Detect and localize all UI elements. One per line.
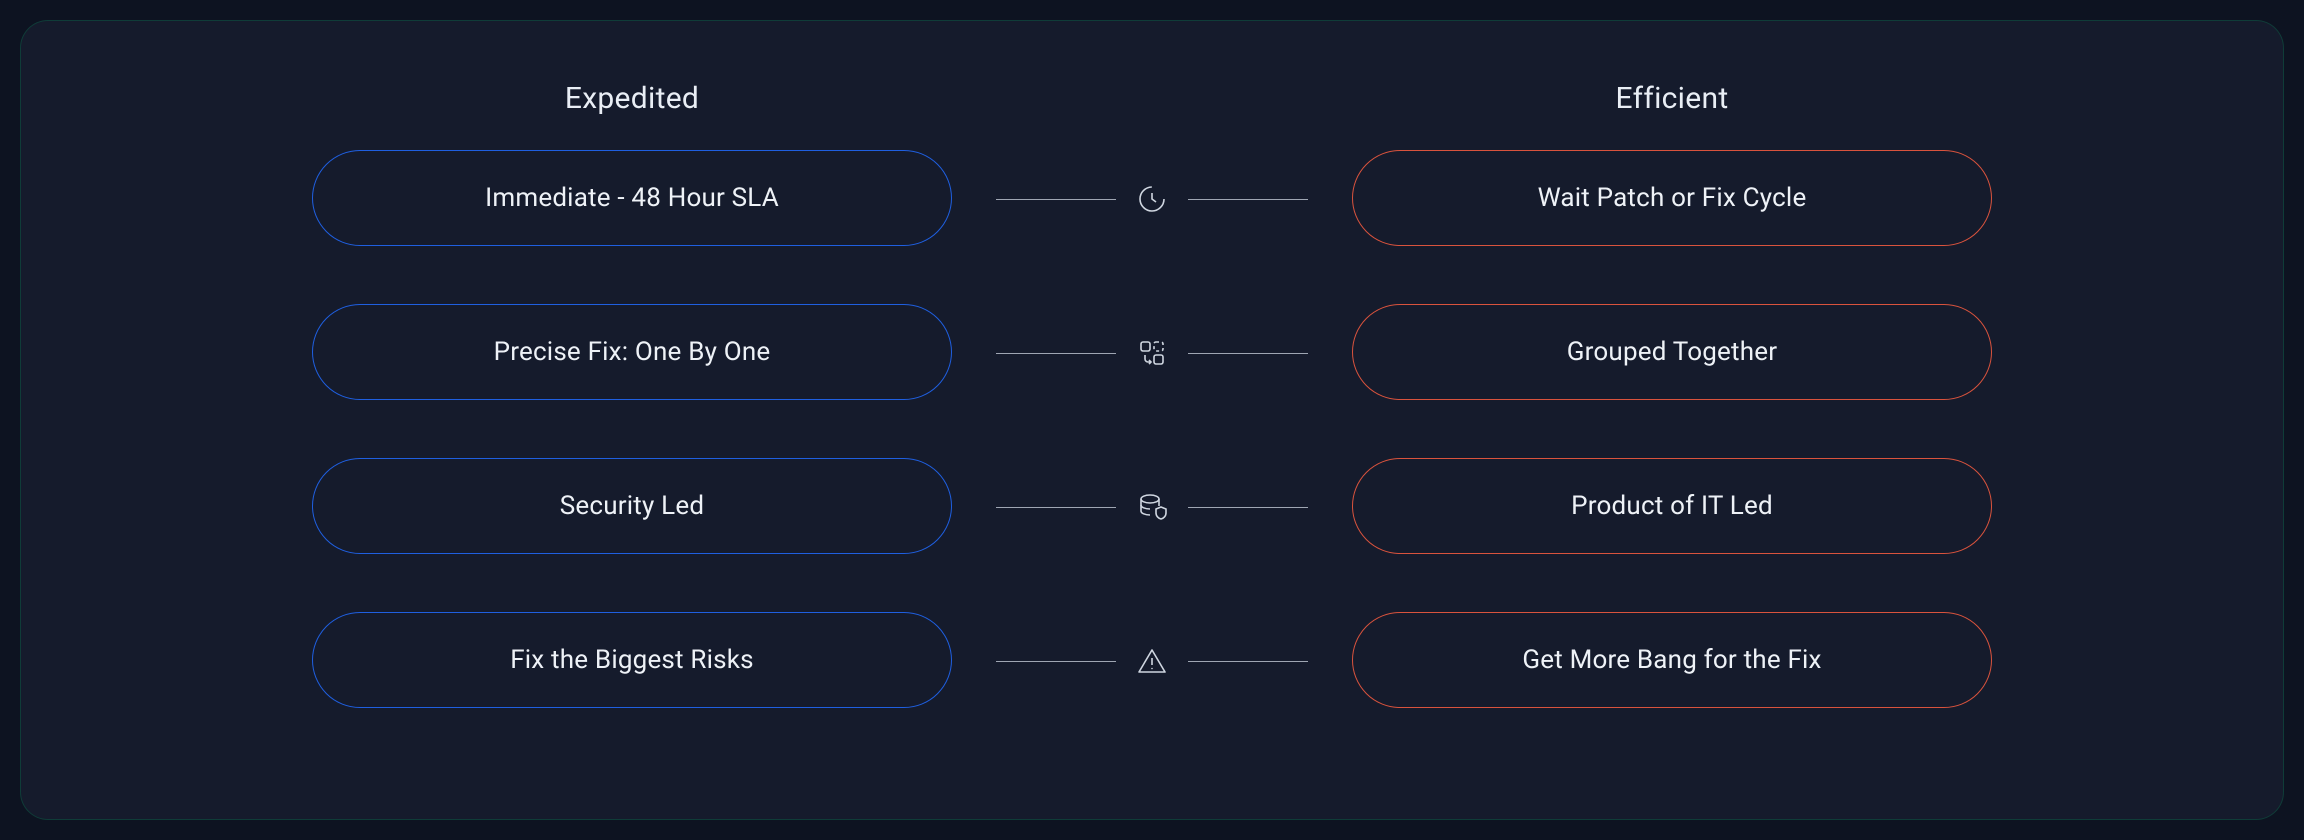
efficient-item-2: Grouped Together: [1352, 304, 1992, 400]
pill-label: Wait Patch or Fix Cycle: [1538, 183, 1807, 213]
efficient-item-1: Wait Patch or Fix Cycle: [1352, 150, 1992, 246]
expedited-title: Expedited: [565, 81, 699, 116]
pill-label: Precise Fix: One By One: [494, 337, 771, 367]
pill-label: Get More Bang for the Fix: [1522, 645, 1821, 675]
pill-label: Grouped Together: [1567, 337, 1778, 367]
connector-column: [972, 151, 1332, 709]
connector-row-2: [972, 305, 1332, 401]
connector-line-left: [996, 661, 1116, 662]
expedited-column: Expedited Immediate - 48 Hour SLA Precis…: [292, 81, 972, 708]
expedited-item-2: Precise Fix: One By One: [312, 304, 952, 400]
connector-line-left: [996, 353, 1116, 354]
pill-label: Product of IT Led: [1571, 491, 1773, 521]
pill-label: Immediate - 48 Hour SLA: [485, 183, 779, 213]
comparison-card: Expedited Immediate - 48 Hour SLA Precis…: [20, 20, 2284, 820]
connector-line-right: [1188, 199, 1308, 200]
pill-label: Fix the Biggest Risks: [510, 645, 754, 675]
connector-line-right: [1188, 353, 1308, 354]
efficient-column: Efficient Wait Patch or Fix Cycle Groupe…: [1332, 81, 2012, 708]
connector-line-left: [996, 199, 1116, 200]
connector-line-right: [1188, 507, 1308, 508]
pill-label: Security Led: [560, 491, 704, 521]
efficient-item-4: Get More Bang for the Fix: [1352, 612, 1992, 708]
efficient-item-3: Product of IT Led: [1352, 458, 1992, 554]
connector-line-right: [1188, 661, 1308, 662]
group-icon: [1134, 335, 1170, 371]
warning-icon: [1134, 643, 1170, 679]
expedited-item-3: Security Led: [312, 458, 952, 554]
database-shield-icon: [1134, 489, 1170, 525]
connector-row-3: [972, 459, 1332, 555]
connector-row-4: [972, 613, 1332, 709]
expedited-item-4: Fix the Biggest Risks: [312, 612, 952, 708]
clock-icon: [1134, 181, 1170, 217]
expedited-item-1: Immediate - 48 Hour SLA: [312, 150, 952, 246]
efficient-title: Efficient: [1616, 81, 1729, 116]
connector-row-1: [972, 151, 1332, 247]
columns-wrapper: Expedited Immediate - 48 Hour SLA Precis…: [61, 81, 2243, 709]
connector-line-left: [996, 507, 1116, 508]
